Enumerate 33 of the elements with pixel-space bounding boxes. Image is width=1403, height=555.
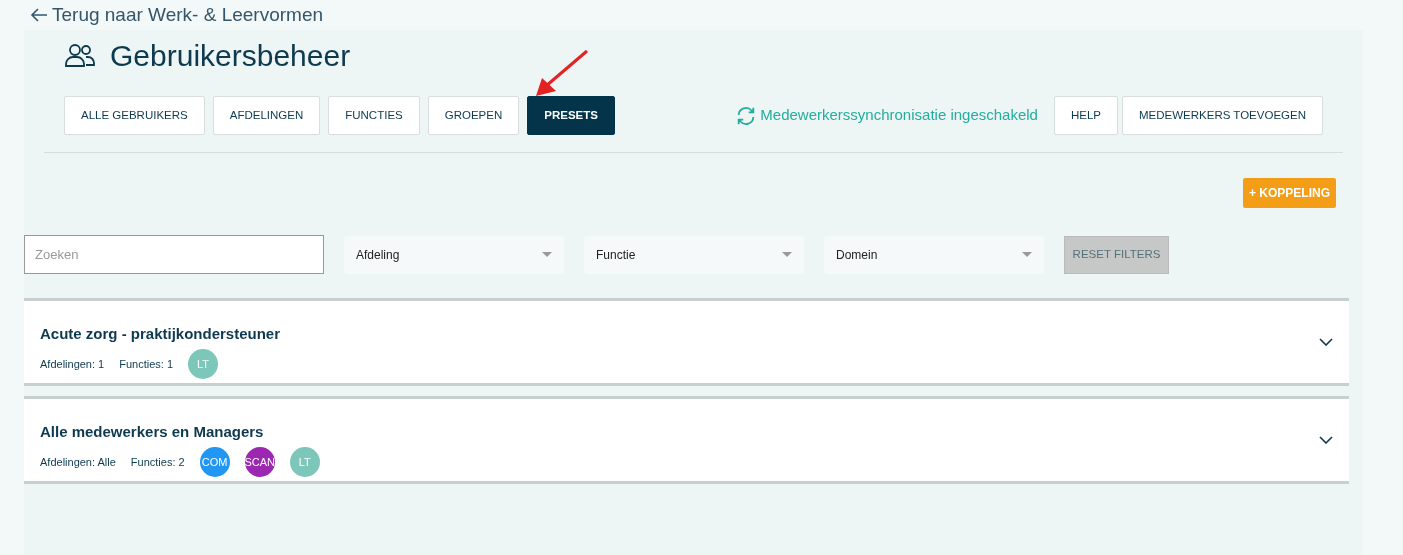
- department-count: Afdelingen: Alle: [40, 455, 116, 470]
- users-icon: [64, 42, 96, 68]
- back-arrow-icon[interactable]: [30, 7, 48, 23]
- tab[interactable]: PRESETS: [527, 96, 615, 135]
- caret-icon: [542, 252, 552, 257]
- chevron-down-icon[interactable]: [1319, 436, 1333, 444]
- function-count: Functies: 1: [119, 357, 174, 372]
- help-button[interactable]: HELP: [1053, 96, 1118, 135]
- filter-dropdown[interactable]: Domein: [824, 235, 1044, 274]
- preset-card[interactable]: Acute zorg - praktijkondersteuner Afdelingen: 1 Functies: 1 LT: [24, 298, 1349, 386]
- preset-name: Alle medewerkers en Managers: [40, 421, 265, 442]
- page-title: Gebruikersbeheer: [110, 37, 351, 74]
- caret-icon: [782, 252, 792, 257]
- filter-dropdown[interactable]: Afdeling: [344, 235, 564, 274]
- tab[interactable]: GROEPEN: [427, 96, 520, 135]
- back-link[interactable]: Terug naar Werk- & Leervormen: [52, 0, 324, 30]
- preset-card[interactable]: Alle medewerkers en Managers Afdelingen: Alle Functies: 2 COM SCAN LT: [24, 396, 1349, 484]
- preset-name: Acute zorg - praktijkondersteuner: [40, 323, 281, 344]
- domain-badge: COM: [199, 447, 230, 478]
- chevron-down-icon[interactable]: [1319, 338, 1333, 346]
- caret-icon: [1022, 252, 1032, 257]
- department-count: Afdelingen: 1: [40, 357, 105, 372]
- tab[interactable]: AFDELINGEN: [212, 96, 321, 135]
- tab[interactable]: FUNCTIES: [328, 96, 420, 135]
- filter-dropdown[interactable]: Functie: [584, 235, 804, 274]
- domain-badge: SCAN: [244, 447, 275, 478]
- domain-badge: LT: [188, 349, 219, 380]
- sync-status: Medewerkerssynchronisatie ingeschakeld: [760, 105, 1038, 126]
- function-count: Functies: 2: [130, 455, 185, 470]
- add-employees-button[interactable]: MEDEWERKERS TOEVOEGEN: [1122, 96, 1323, 135]
- domain-badge: LT: [289, 447, 320, 478]
- search-field[interactable]: Zoeken: [24, 235, 324, 274]
- tab[interactable]: ALLE GEBRUIKERS: [64, 96, 205, 135]
